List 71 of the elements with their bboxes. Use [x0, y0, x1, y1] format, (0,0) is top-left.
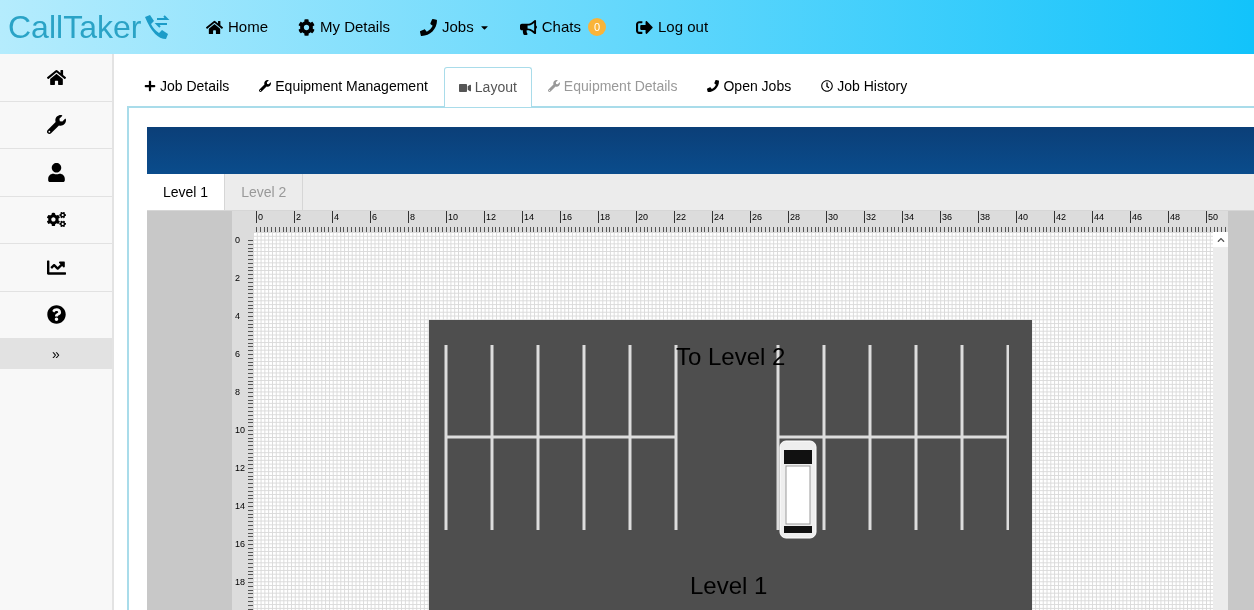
nav-link[interactable]: Chats 0 [519, 15, 607, 39]
ruler-label: 0 [235, 235, 240, 245]
video-camera-icon [458, 81, 471, 94]
tab[interactable]: Job Details [130, 66, 244, 106]
chevron-up-icon [1216, 235, 1225, 244]
ruler-label: 38 [978, 211, 990, 223]
ruler-label: 6 [370, 211, 377, 223]
ruler-label: 16 [235, 539, 245, 549]
ruler-label: 0 [256, 211, 263, 223]
ruler-label: 50 [1206, 211, 1218, 223]
ruler-label: 18 [598, 211, 610, 223]
help-icon [46, 305, 66, 325]
ruler-label: 4 [235, 311, 240, 321]
ruler-label: 24 [712, 211, 724, 223]
ruler-label: 36 [940, 211, 952, 223]
clock-icon [821, 80, 834, 92]
ruler-label: 14 [235, 501, 245, 511]
ruler-label: 20 [636, 211, 648, 223]
ruler-label: 48 [1168, 211, 1180, 223]
ruler-label: 22 [674, 211, 686, 223]
home-icon [206, 18, 223, 36]
ruler-label: 28 [788, 211, 800, 223]
settings-icon [46, 210, 66, 230]
megaphone-icon [519, 18, 537, 36]
ruler-label: 40 [1016, 211, 1028, 223]
ruler-label: 8 [408, 211, 415, 223]
ruler-label: 10 [446, 211, 458, 223]
ruler-label: 26 [750, 211, 762, 223]
home-icon [46, 67, 66, 87]
wrench-icon [547, 80, 560, 92]
wrench-icon [259, 80, 272, 92]
count-badge: 0 [587, 17, 607, 37]
ruler-label: 30 [826, 211, 838, 223]
wrench-icon [46, 115, 66, 135]
ruler-label: 2 [294, 211, 301, 223]
nav-link[interactable]: Log out [636, 15, 709, 39]
brand-logo-text: CallTaker [8, 11, 142, 43]
ruler-label: 44 [1092, 211, 1104, 223]
ruler-label: 16 [560, 211, 572, 223]
plus-icon [144, 80, 156, 92]
ruler-label: 14 [522, 211, 534, 223]
ruler-label: 2 [235, 273, 240, 283]
tab[interactable]: Equipment Management [245, 66, 442, 106]
ruler-label: 6 [235, 349, 240, 359]
scroll-up-button[interactable] [1213, 232, 1228, 247]
ruler-label: 32 [864, 211, 876, 223]
ruler-label: 18 [235, 577, 245, 587]
tab[interactable]: Job History [807, 66, 922, 106]
ruler-label: 12 [235, 463, 245, 473]
tab[interactable]: Open Jobs [693, 66, 806, 106]
ruler-label: 46 [1130, 211, 1142, 223]
ruler-label: 42 [1054, 211, 1066, 223]
chart-icon [46, 257, 66, 277]
phone-icon [707, 80, 720, 92]
phone-icon [420, 18, 438, 36]
nav-link[interactable]: Jobs [420, 15, 490, 39]
expand-button[interactable]: » [0, 339, 112, 369]
nav-link[interactable]: Home [206, 15, 268, 39]
user-icon [46, 162, 66, 182]
nav-link[interactable]: My Details [298, 15, 391, 39]
ruler-label: 34 [902, 211, 914, 223]
tab[interactable]: Layout [443, 67, 532, 107]
logout-icon [636, 18, 654, 36]
ruler-label: 8 [235, 387, 240, 397]
ruler-label: 4 [332, 211, 339, 223]
lot-label: Level 1 [690, 571, 768, 601]
van-icon [778, 440, 818, 539]
settings-icon [298, 18, 315, 36]
ruler-label: 12 [484, 211, 496, 223]
level-tab[interactable]: Level 1 [147, 174, 226, 210]
ruler-label: 10 [235, 425, 245, 435]
